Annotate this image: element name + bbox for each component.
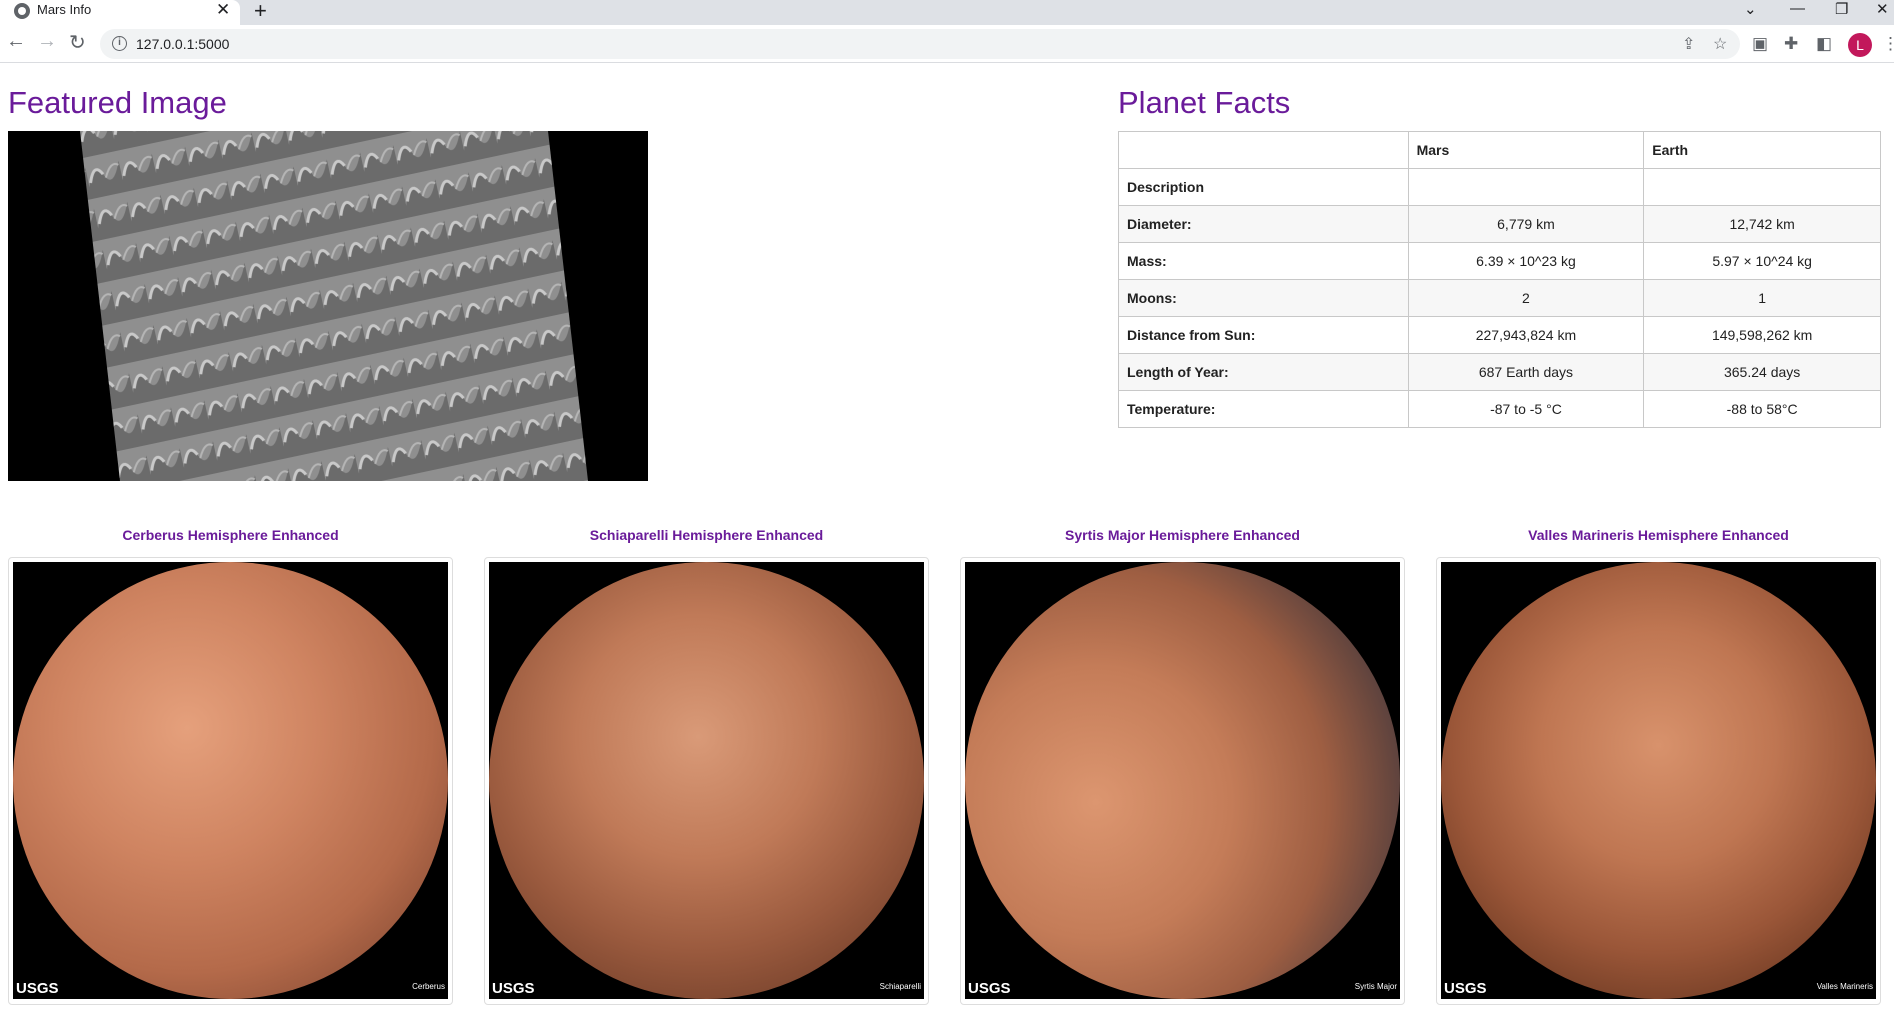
reload-icon[interactable]: ↻ [69,30,86,55]
table-row: Moons: 2 1 [1118,279,1881,317]
profile-avatar[interactable]: L [1848,33,1872,57]
featured-image-heading: Featured Image [8,85,227,120]
hemisphere-image: USGS Schiaparelli [489,562,924,999]
hemisphere-thumbnail[interactable]: USGS Syrtis Major [960,557,1405,1005]
earth-value: 365.24 days [1643,353,1881,391]
usgs-logo: USGS [968,980,1011,997]
hemisphere-image: USGS Syrtis Major [965,562,1400,999]
row-label: Mass: [1118,242,1409,280]
browser-tab[interactable]: Mars Info ✕ [0,0,240,25]
mars-value: 6.39 × 10^23 kg [1407,242,1645,280]
mars-value: 6,779 km [1407,205,1645,243]
side-panel-icon[interactable]: ◧ [1816,34,1832,54]
mars-value: 227,943,824 km [1407,316,1645,354]
table-row: Description [1118,168,1881,206]
more-menu-icon[interactable]: ⋮ [1882,34,1894,54]
row-label: Diameter: [1118,205,1409,243]
hemisphere-image: USGS Cerberus [13,562,448,999]
usgs-logo: USGS [492,980,535,997]
row-label: Description [1118,168,1409,206]
image-caption: Syrtis Major [1354,982,1397,991]
mars-value: -87 to -5 °C [1407,390,1645,428]
browser-tab-bar: Mars Info ✕ + ⌄ — ❐ ✕ [0,0,1894,25]
column-header-earth: Earth [1643,131,1881,169]
mars-value: 687 Earth days [1407,353,1645,391]
mars-value: 2 [1407,279,1645,317]
earth-value [1643,168,1881,206]
url-text[interactable]: 127.0.0.1:5000 [136,36,229,52]
hemisphere-card-syrtis-major: Syrtis Major Hemisphere Enhanced USGS Sy… [960,527,1405,1005]
close-window-icon[interactable]: ✕ [1876,0,1889,18]
hemisphere-card-schiaparelli: Schiaparelli Hemisphere Enhanced USGS Sc… [484,527,929,1005]
column-header [1118,131,1409,169]
mars-value [1407,168,1645,206]
table-row: Length of Year: 687 Earth days 365.24 da… [1118,353,1881,391]
share-icon[interactable]: ⇪ [1682,34,1695,54]
restore-icon[interactable]: ❐ [1835,0,1848,18]
earth-value: 5.97 × 10^24 kg [1643,242,1881,280]
featured-image [8,131,648,481]
planet-facts-table: Mars Earth Description Diameter: 6,779 k… [1118,131,1881,428]
minimize-icon[interactable]: — [1790,0,1805,17]
tab-title: Mars Info [37,2,92,17]
address-bar[interactable]: i 127.0.0.1:5000 ⇪ ☆ [100,29,1740,59]
row-label: Distance from Sun: [1118,316,1409,354]
earth-value: 12,742 km [1643,205,1881,243]
row-label: Length of Year: [1118,353,1409,391]
new-tab-icon[interactable]: + [254,0,267,24]
hemisphere-title[interactable]: Syrtis Major Hemisphere Enhanced [960,527,1405,547]
earth-value: 149,598,262 km [1643,316,1881,354]
hemisphere-thumbnail[interactable]: USGS Cerberus [8,557,453,1005]
hemisphere-thumbnail[interactable]: USGS Schiaparelli [484,557,929,1005]
forward-arrow-icon[interactable]: → [37,30,57,53]
table-row: Mass: 6.39 × 10^23 kg 5.97 × 10^24 kg [1118,242,1881,280]
hemisphere-thumbnail[interactable]: USGS Valles Marineris [1436,557,1881,1005]
usgs-logo: USGS [1444,980,1487,997]
tab-search-chevron-icon[interactable]: ⌄ [1744,0,1757,18]
hemisphere-card-valles-marineris: Valles Marineris Hemisphere Enhanced USG… [1436,527,1881,1005]
back-arrow-icon[interactable]: ← [6,30,26,53]
mars-globe-image [13,562,448,999]
table-row: Temperature: -87 to -5 °C -88 to 58°C [1118,390,1881,428]
mars-globe-image [489,562,924,999]
bookmark-star-icon[interactable]: ☆ [1713,34,1727,54]
row-label: Moons: [1118,279,1409,317]
site-info-icon[interactable]: i [112,36,127,51]
mars-globe-image [1441,562,1876,999]
hemisphere-card-cerberus: Cerberus Hemisphere Enhanced USGS Cerber… [8,527,453,1005]
table-row: Diameter: 6,779 km 12,742 km [1118,205,1881,243]
globe-icon [14,3,30,19]
image-caption: Cerberus [412,982,445,991]
earth-value: 1 [1643,279,1881,317]
browser-toolbar: ← → ↻ i 127.0.0.1:5000 ⇪ ☆ ▣ ✚ ◧ L ⋮ [0,25,1894,63]
close-tab-icon[interactable]: ✕ [216,0,230,20]
earth-value: -88 to 58°C [1643,390,1881,428]
hemisphere-title[interactable]: Cerberus Hemisphere Enhanced [8,527,453,547]
hemisphere-image: USGS Valles Marineris [1441,562,1876,999]
planet-facts-heading: Planet Facts [1118,85,1291,120]
image-caption: Valles Marineris [1816,982,1873,991]
table-header-row: Mars Earth [1118,131,1881,169]
table-row: Distance from Sun: 227,943,824 km 149,59… [1118,316,1881,354]
extension-app-icon[interactable]: ▣ [1752,34,1768,54]
hemisphere-title[interactable]: Schiaparelli Hemisphere Enhanced [484,527,929,547]
image-caption: Schiaparelli [879,982,921,991]
mars-globe-image [965,562,1400,999]
extensions-puzzle-icon[interactable]: ✚ [1784,34,1798,54]
usgs-logo: USGS [16,980,59,997]
hemisphere-title[interactable]: Valles Marineris Hemisphere Enhanced [1436,527,1881,547]
row-label: Temperature: [1118,390,1409,428]
column-header-mars: Mars [1407,131,1645,169]
